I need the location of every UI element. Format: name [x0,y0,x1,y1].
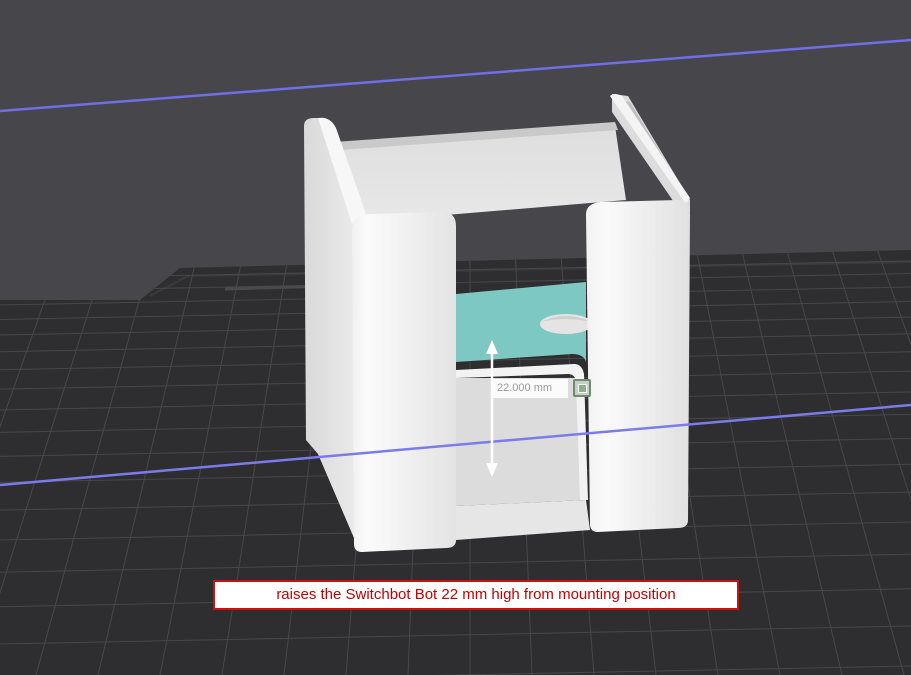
ruler-handle-icon[interactable] [573,379,591,397]
annotation-caption: raises the Switchbot Bot 22 mm high from… [213,580,739,610]
3d-viewport[interactable]: 22.000 mm raises the Switchbot Bot 22 mm… [0,0,911,675]
holder-model[interactable] [304,94,690,552]
axis-line-upper [0,38,911,113]
ruler-handle-inner [578,384,587,393]
dimension-label: 22.000 mm [492,379,568,398]
